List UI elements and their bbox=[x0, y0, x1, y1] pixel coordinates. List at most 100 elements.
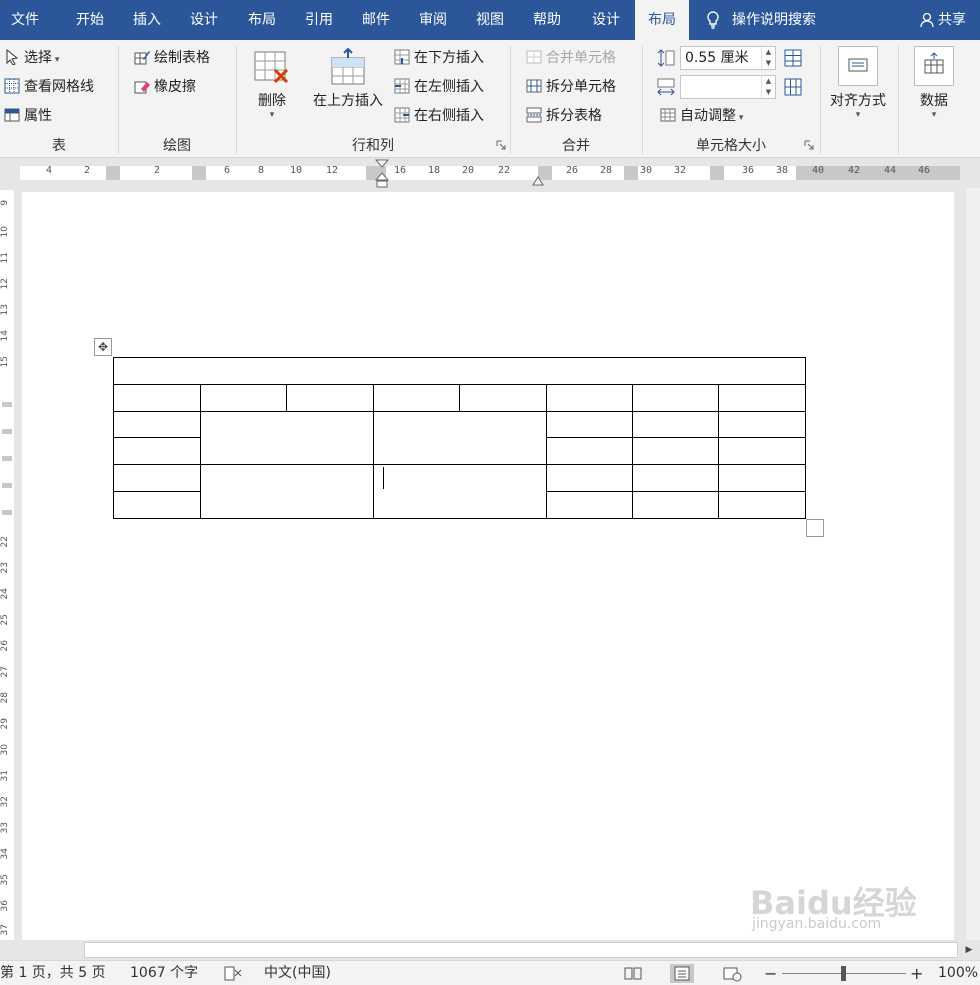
indent-handle-icon[interactable] bbox=[374, 158, 390, 188]
autofit-label: 自动调整 bbox=[680, 108, 736, 124]
table-cell[interactable] bbox=[718, 464, 806, 492]
zoom-slider-handle[interactable] bbox=[841, 966, 846, 981]
word-count[interactable]: 1067 个字 bbox=[130, 961, 198, 985]
row-height-spinner[interactable]: ▲ ▼ bbox=[761, 47, 775, 69]
row-height-input[interactable]: 0.55 厘米 ▲ ▼ bbox=[680, 46, 776, 70]
tab-help[interactable]: 帮助 bbox=[520, 0, 574, 40]
table-cell[interactable] bbox=[546, 464, 633, 492]
zoom-out-icon[interactable]: − bbox=[764, 961, 777, 985]
table-cell[interactable] bbox=[113, 464, 201, 492]
delete-button[interactable]: 删除 ▾ bbox=[250, 50, 294, 120]
table-move-handle[interactable]: ✥ bbox=[94, 338, 112, 356]
horizontal-scrollbar[interactable]: ▶ bbox=[0, 940, 980, 960]
split-cells-button[interactable]: 拆分单元格 bbox=[526, 76, 616, 98]
eraser-button[interactable]: 橡皮擦 bbox=[134, 76, 196, 98]
tab-design[interactable]: 设计 bbox=[176, 0, 232, 40]
column-width-spinner[interactable]: ▲ ▼ bbox=[761, 76, 775, 98]
draw-table-button[interactable]: 绘制表格 bbox=[134, 47, 210, 69]
tab-file[interactable]: 文件 bbox=[0, 0, 50, 40]
ruler-column-marker[interactable] bbox=[710, 166, 724, 180]
autofit-button[interactable]: 自动调整 ▾ bbox=[660, 105, 743, 127]
tell-me-search[interactable]: 操作说明搜索 bbox=[706, 0, 816, 40]
language-indicator[interactable]: 中文(中国) bbox=[264, 961, 331, 985]
vertical-ruler[interactable]: 9 10 11 12 13 14 15 22 23 24 25 26 27 28… bbox=[0, 190, 14, 940]
tab-mailings[interactable]: 邮件 bbox=[348, 0, 404, 40]
split-table-button[interactable]: 拆分表格 bbox=[526, 105, 602, 127]
data-button[interactable]: 数据 ▾ bbox=[906, 46, 962, 120]
read-mode-icon[interactable] bbox=[621, 964, 645, 983]
ruler-column-marker[interactable] bbox=[106, 166, 120, 180]
select-button[interactable]: 选择 ▾ bbox=[4, 47, 59, 69]
table-cell[interactable] bbox=[113, 411, 201, 438]
vertical-scrollbar[interactable] bbox=[966, 188, 980, 940]
table-cell[interactable] bbox=[718, 411, 806, 438]
column-width-input[interactable]: ▲ ▼ bbox=[680, 75, 776, 99]
insert-left-icon bbox=[394, 78, 410, 93]
tab-table-design[interactable]: 设计 bbox=[578, 0, 634, 40]
alignment-button[interactable]: 对齐方式 ▾ bbox=[826, 46, 890, 120]
table-cell[interactable] bbox=[286, 384, 374, 412]
table-cell[interactable] bbox=[546, 384, 633, 412]
table-cell[interactable] bbox=[546, 411, 633, 438]
tab-stop-icon[interactable] bbox=[532, 174, 544, 186]
dialog-launcher-icon[interactable] bbox=[496, 140, 506, 150]
insert-left-button[interactable]: 在左侧插入 bbox=[394, 76, 484, 98]
print-layout-icon[interactable] bbox=[670, 964, 694, 983]
insert-right-button[interactable]: 在右侧插入 bbox=[394, 105, 484, 127]
table-cell[interactable] bbox=[546, 437, 633, 465]
table-cell[interactable] bbox=[113, 357, 806, 385]
table-cell[interactable] bbox=[459, 384, 547, 412]
properties-button[interactable]: 属性 bbox=[4, 105, 52, 127]
web-layout-icon[interactable] bbox=[720, 964, 744, 983]
horizontal-ruler[interactable]: 4 2 2 6 8 10 12 16 18 20 22 26 28 30 32 … bbox=[0, 158, 980, 188]
dialog-launcher-icon[interactable] bbox=[804, 140, 814, 150]
eraser-label: 橡皮擦 bbox=[154, 79, 196, 95]
table-resize-handle[interactable] bbox=[806, 519, 824, 537]
table-cell-merged[interactable] bbox=[373, 411, 547, 465]
ruler-column-marker[interactable] bbox=[624, 166, 638, 180]
table-cell[interactable] bbox=[200, 384, 287, 412]
table-cell-merged[interactable] bbox=[200, 464, 374, 519]
table-cell[interactable] bbox=[632, 437, 719, 465]
insert-below-button[interactable]: 在下方插入 bbox=[394, 47, 484, 69]
tab-layout[interactable]: 布局 bbox=[234, 0, 290, 40]
table-cell[interactable] bbox=[373, 384, 460, 412]
table-cell[interactable] bbox=[632, 384, 719, 412]
chevron-down-icon: ▾ bbox=[855, 110, 861, 120]
merge-cells-button[interactable]: 合并单元格 bbox=[526, 47, 616, 69]
data-label: 数据 bbox=[920, 93, 948, 109]
table-cell-merged[interactable] bbox=[373, 464, 547, 519]
table-cell-merged[interactable] bbox=[200, 411, 374, 465]
table-cell[interactable] bbox=[113, 437, 201, 465]
table-cell[interactable] bbox=[113, 384, 201, 412]
table-cell[interactable] bbox=[546, 491, 633, 519]
table-cell[interactable] bbox=[632, 411, 719, 438]
scroll-right-icon[interactable]: ▶ bbox=[962, 942, 976, 958]
table-cell[interactable] bbox=[632, 464, 719, 492]
document-page[interactable] bbox=[22, 192, 954, 952]
table-cell[interactable] bbox=[718, 384, 806, 412]
tab-insert[interactable]: 插入 bbox=[120, 0, 174, 40]
tab-references[interactable]: 引用 bbox=[292, 0, 346, 40]
scrollbar-thumb[interactable] bbox=[84, 942, 958, 958]
zoom-level[interactable]: 100% bbox=[938, 961, 978, 985]
table-cell[interactable] bbox=[632, 491, 719, 519]
distribute-columns-icon[interactable] bbox=[784, 78, 802, 96]
table-cell[interactable] bbox=[718, 437, 806, 465]
zoom-in-icon[interactable]: + bbox=[910, 961, 923, 985]
distribute-rows-icon[interactable] bbox=[784, 49, 802, 67]
ruler-column-marker[interactable] bbox=[192, 166, 206, 180]
tab-home[interactable]: 开始 bbox=[62, 0, 118, 40]
tab-view[interactable]: 视图 bbox=[462, 0, 518, 40]
ruler-row-markers[interactable] bbox=[2, 380, 12, 530]
proofing-icon[interactable] bbox=[224, 966, 242, 981]
table-cell[interactable] bbox=[718, 491, 806, 519]
tab-table-layout[interactable]: 布局 bbox=[635, 0, 689, 40]
table-cell[interactable] bbox=[113, 491, 201, 519]
ruler-number: 9 bbox=[0, 200, 10, 206]
share-button[interactable]: 共享 bbox=[920, 0, 966, 40]
tab-review[interactable]: 审阅 bbox=[406, 0, 460, 40]
insert-above-button[interactable]: 在上方插入 bbox=[308, 47, 388, 110]
page-count[interactable]: 第 1 页，共 5 页 bbox=[0, 961, 106, 985]
view-gridlines-button[interactable]: 查看网格线 bbox=[4, 76, 94, 98]
